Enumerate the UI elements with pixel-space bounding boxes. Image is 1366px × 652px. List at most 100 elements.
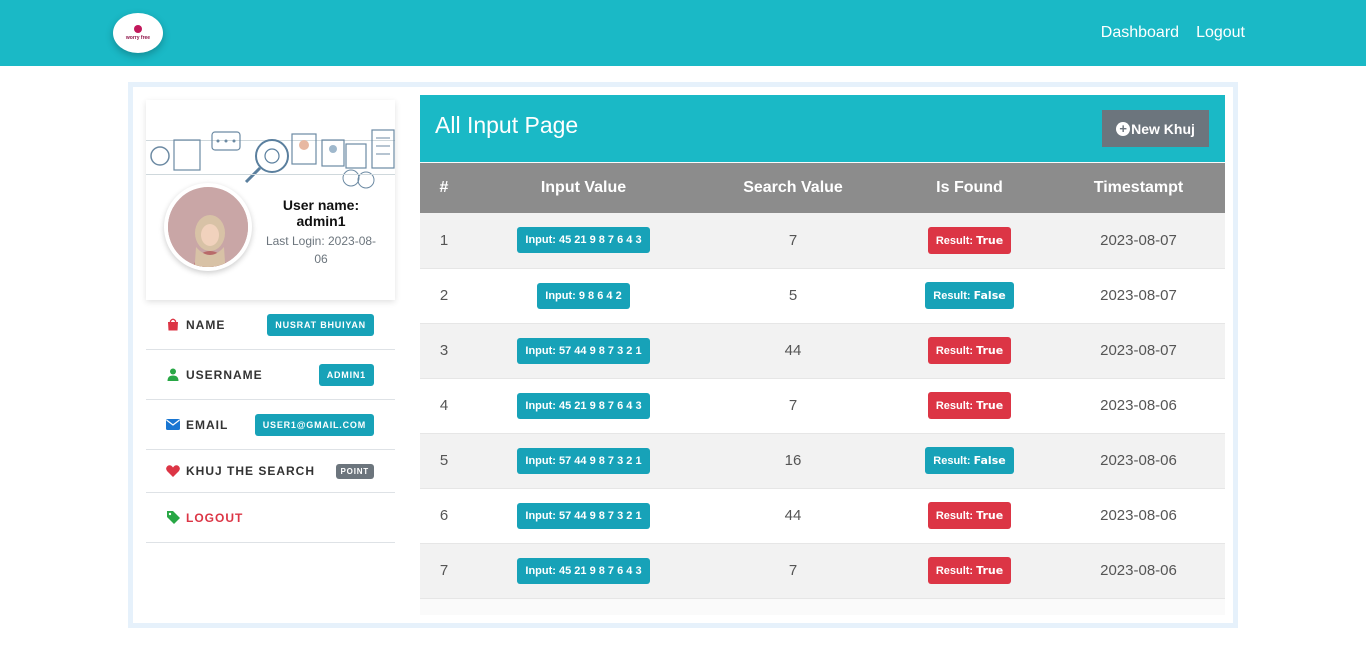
input-value-badge: Input: 45 21 9 8 7 6 4 3 <box>517 227 650 254</box>
result-badge: Result: True <box>927 337 1012 364</box>
page-title: All Input Page <box>435 112 579 138</box>
info-label-username: USERNAME <box>186 367 263 382</box>
timestamp: 2023-08-06 <box>1100 562 1177 579</box>
info-value-email: USER1@GMAIL.COM <box>254 413 374 436</box>
row-number: 4 <box>439 397 449 414</box>
heart-icon <box>166 464 180 478</box>
result-badge: Result: True <box>927 392 1012 419</box>
user-avatar <box>164 183 252 271</box>
result-badge: Result: True <box>927 557 1012 584</box>
found-cell: Result: True <box>887 323 1052 378</box>
result-badge: Result: False <box>925 447 1014 474</box>
result-label: Result: <box>933 290 971 302</box>
input-cell: Input: 57 44 9 8 7 3 2 1 <box>468 488 699 543</box>
row-number: 1 <box>439 231 449 249</box>
user-info: User name: admin1 Last Login: 2023-08-06 <box>261 197 381 268</box>
input-cell: Input: 57 44 9 8 7 3 2 1 <box>468 433 699 488</box>
plus-circle-icon: + <box>1116 121 1131 136</box>
timestamp: 2023-08-06 <box>1100 397 1177 414</box>
input-cell: Input: 9 8 6 4 2 <box>468 268 699 323</box>
new-khuj-button[interactable]: + New Khuj <box>1102 110 1209 147</box>
new-khuj-label: New Khuj <box>1131 120 1195 137</box>
all-input-panel: All Input Page + New Khuj # Input Value … <box>420 95 1225 615</box>
found-cell: Result: True <box>887 378 1052 433</box>
info-label-email: EMAIL <box>186 417 229 432</box>
table-row: 1 Input: 45 21 9 8 7 6 4 3 7 Result: True 20… <box>420 213 1225 268</box>
info-value-name: NUSRAT BHUIYAN <box>267 313 374 336</box>
brand-logo[interactable]: worry free <box>113 13 163 53</box>
logout-link[interactable]: LOGOUT <box>186 511 243 525</box>
result-label: Result: <box>935 400 974 412</box>
info-value-username: ADMIN1 <box>318 363 374 386</box>
result-value: False <box>973 289 1006 302</box>
shopping-bag-icon <box>166 318 180 332</box>
user-name-value: admin1 <box>296 213 346 229</box>
profile-info-list: NAME NUSRAT BHUIYAN USERNAME ADMIN1 EMAI… <box>146 300 395 543</box>
col-header-found: Is Found <box>936 179 1003 196</box>
result-badge: Result: False <box>925 282 1014 309</box>
info-value-point: POINT <box>335 463 374 479</box>
tag-icon <box>166 511 180 525</box>
row-number: 5 <box>439 452 449 469</box>
found-cell: Result: True <box>887 543 1052 598</box>
profile-card: User name: admin1 Last Login: 2023-08-06… <box>146 100 395 544</box>
result-value: True <box>976 399 1004 412</box>
user-name-label: User name: <box>282 197 360 213</box>
search-value: 44 <box>784 342 802 359</box>
result-label: Result: <box>935 565 974 577</box>
result-label: Result: <box>935 234 974 247</box>
info-row-logout[interactable]: LOGOUT <box>146 493 395 543</box>
col-header-timestamp: Timestampt <box>1093 179 1184 196</box>
result-value: False <box>973 454 1006 467</box>
timestamp: 2023-08-07 <box>1100 287 1177 304</box>
info-row-username: USERNAME ADMIN1 <box>146 350 395 400</box>
found-cell: Result: False <box>887 433 1052 488</box>
result-label: Result: <box>935 510 974 522</box>
result-badge: Result: True <box>927 226 1012 254</box>
search-value: 5 <box>788 287 798 304</box>
input-cell: Input: 57 44 9 8 7 3 2 1 <box>468 323 699 378</box>
row-number: 7 <box>439 562 449 579</box>
input-value-badge: Input: 57 44 9 8 7 3 2 1 <box>517 447 650 474</box>
user-icon <box>166 368 180 382</box>
timestamp: 2023-08-06 <box>1100 452 1177 469</box>
input-table: # Input Value Search Value Is Found Time… <box>420 163 1225 599</box>
row-number: 3 <box>439 342 449 359</box>
timestamp: 2023-08-06 <box>1100 507 1177 524</box>
input-value-badge: Input: 9 8 6 4 2 <box>537 282 630 309</box>
nav-dashboard-link[interactable]: Dashboard <box>1101 24 1179 42</box>
logo-flower-icon <box>134 25 142 33</box>
avatar-illustration <box>168 207 248 267</box>
col-header-number: # <box>439 179 449 196</box>
found-cell: Result: True <box>887 213 1052 268</box>
logo-text: worry free <box>125 35 151 41</box>
envelope-icon <box>166 418 180 432</box>
table-row: 4 Input: 45 21 9 8 7 6 4 3 7 Result: True 20… <box>420 378 1225 433</box>
last-login: Last Login: 2023-08-06 <box>265 234 377 266</box>
nav-logout-link[interactable]: Logout <box>1196 24 1245 42</box>
info-label-khuj: KHUJ THE SEARCH <box>186 464 316 478</box>
row-number: 6 <box>439 507 449 524</box>
search-value: 7 <box>788 562 798 579</box>
panel-header: All Input Page + New Khuj <box>420 95 1225 162</box>
search-value: 44 <box>784 507 802 524</box>
result-badge: Result: True <box>927 502 1012 529</box>
found-cell: Result: True <box>887 488 1052 543</box>
result-label: Result: <box>935 345 974 357</box>
search-value: 7 <box>788 231 798 249</box>
table-row: 5 Input: 57 44 9 8 7 3 2 1 16 Result: False… <box>420 433 1225 488</box>
found-cell: Result: False <box>887 268 1052 323</box>
info-row-email: EMAIL USER1@GMAIL.COM <box>146 400 395 450</box>
result-value: True <box>976 564 1004 577</box>
table-row: 7 Input: 45 21 9 8 7 6 4 3 7 Result: True 20… <box>420 543 1225 598</box>
nav-links: Dashboard Logout <box>1101 24 1245 42</box>
content-frame: User name: admin1 Last Login: 2023-08-06… <box>128 82 1238 628</box>
top-navbar: worry free Dashboard Logout <box>0 0 1366 66</box>
input-value-badge: Input: 57 44 9 8 7 3 2 1 <box>517 337 650 364</box>
result-value: True <box>976 509 1004 522</box>
row-number: 2 <box>439 287 449 304</box>
result-value: True <box>976 233 1004 247</box>
info-label-name: NAME <box>186 317 226 332</box>
banner-illustration <box>146 129 395 189</box>
result-label: Result: <box>933 455 971 467</box>
